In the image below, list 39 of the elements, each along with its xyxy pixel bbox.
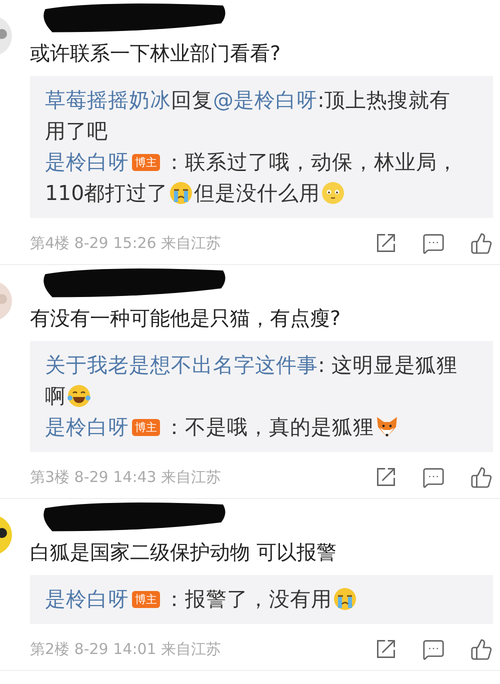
crying-emoji-icon	[333, 587, 357, 611]
user-name-link[interactable]: 是柃白呀	[45, 415, 129, 439]
comment-text: 白狐是国家二级保护动物 可以报警	[30, 539, 338, 566]
like-icon[interactable]	[470, 638, 493, 661]
reply-text: ：联系过了哦，动保，林业局，	[164, 150, 458, 174]
comment-meta: 第3楼 8-29 14:43 来自江苏	[30, 468, 222, 487]
mention-link[interactable]: @是柃白呀	[213, 88, 318, 112]
reply-text: :顶上热搜就有	[318, 88, 450, 112]
flushed-emoji-icon	[321, 181, 346, 205]
author-badge: 博主	[132, 419, 160, 436]
like-icon[interactable]	[470, 232, 493, 255]
reply-text: : 这明显是狐狸	[318, 353, 458, 377]
comment-icon[interactable]	[422, 232, 445, 255]
comment-meta: 第4楼 8-29 15:26 来自江苏	[30, 234, 222, 253]
reply-text: ：不是哦，真的是狐狸	[164, 415, 374, 439]
reply-text: ：报警了，没有用	[164, 587, 332, 611]
laughing-emoji-icon	[67, 384, 91, 408]
author-badge: 博主	[132, 154, 160, 171]
user-name-link[interactable]: 是柃白呀	[45, 587, 129, 611]
reply-text: 啊	[45, 384, 66, 408]
comment-text: 有没有一种可能他是只猫，有点瘦?	[30, 305, 342, 332]
share-icon[interactable]	[375, 466, 397, 488]
reply-text: 用了吧	[45, 119, 108, 143]
share-icon[interactable]	[375, 638, 397, 660]
reply-text: 110都打过了	[45, 181, 168, 205]
comment-icon[interactable]	[422, 466, 445, 489]
comment-text: 或许联系一下林业部门看看?	[30, 40, 282, 67]
reply-text: 回复	[171, 88, 213, 112]
reply-text: 但是没什么用	[194, 181, 320, 205]
user-name-link[interactable]: 关于我老是想不出名字这件事	[45, 353, 318, 377]
comment-meta: 第2楼 8-29 14:01 来自江苏	[30, 640, 222, 659]
fox-face-icon	[375, 415, 399, 439]
crying-emoji-icon	[169, 181, 194, 205]
user-name-link[interactable]: 是柃白呀	[45, 150, 129, 174]
author-badge: 博主	[132, 591, 160, 608]
user-name-link[interactable]: 草莓摇摇奶冰	[45, 88, 171, 112]
share-icon[interactable]	[375, 232, 397, 254]
like-icon[interactable]	[470, 466, 493, 489]
comment-icon[interactable]	[422, 638, 445, 661]
